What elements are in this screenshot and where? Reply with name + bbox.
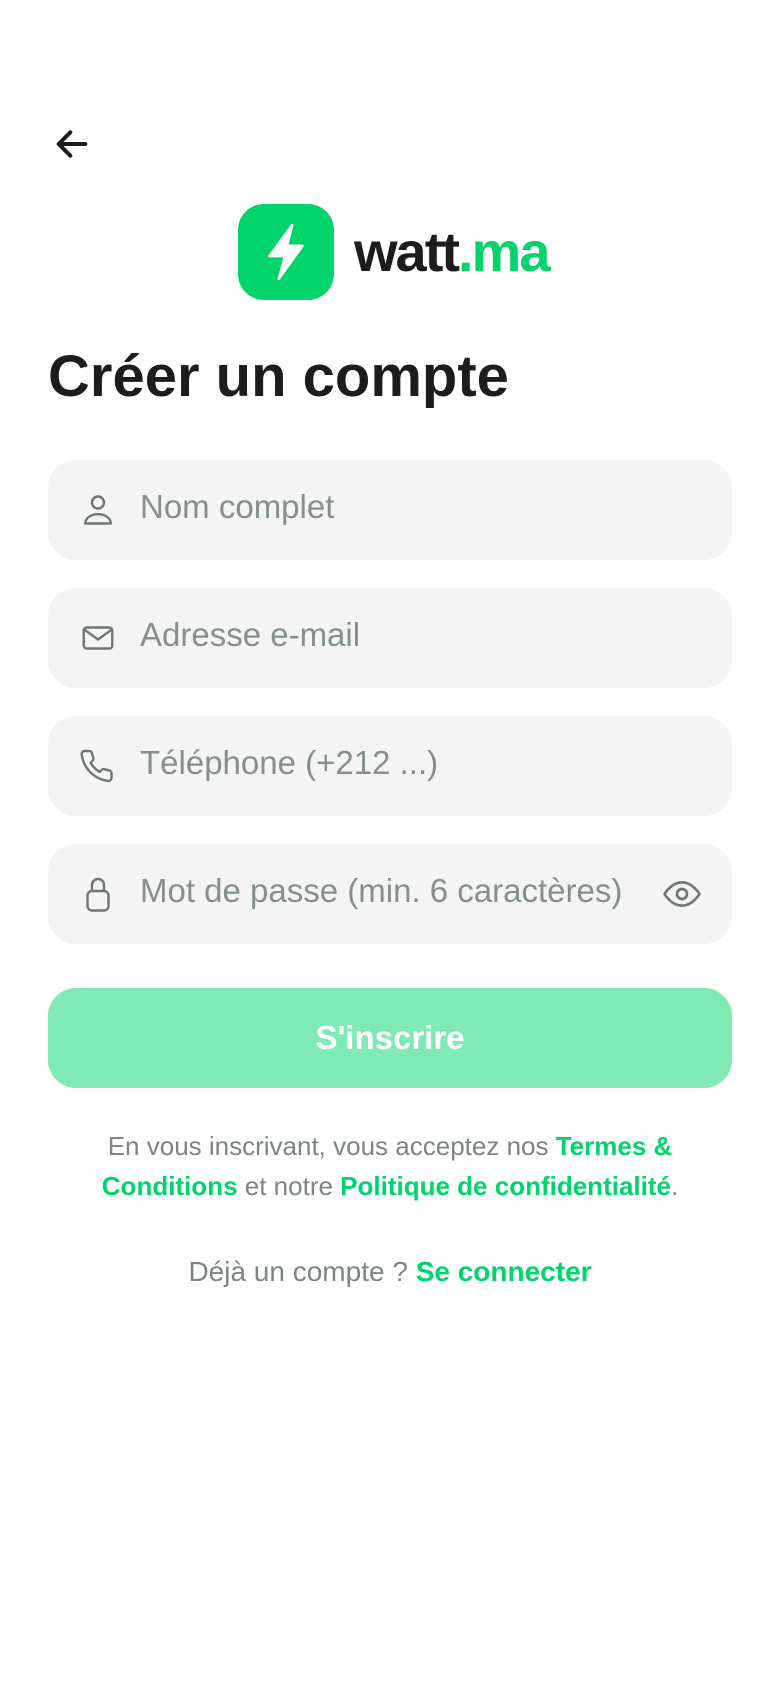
terms-middle: et notre: [237, 1171, 341, 1201]
eye-icon: [663, 881, 701, 907]
toggle-password-visibility-button[interactable]: [662, 874, 702, 914]
arrow-left-icon: [56, 130, 88, 158]
login-prompt: Déjà un compte ? Se connecter: [48, 1252, 732, 1292]
terms-prefix: En vous inscrivant, vous acceptez nos: [107, 1131, 556, 1161]
brand-name-main: watt: [354, 220, 460, 283]
back-button[interactable]: [48, 120, 96, 168]
page-title: Créer un compte: [48, 344, 509, 409]
terms-notice: En vous inscrivant, vous acceptez nos Te…: [48, 1126, 732, 1206]
terms-suffix: .: [670, 1171, 679, 1201]
email-input[interactable]: [140, 588, 700, 688]
brand-name: watt.ma: [354, 224, 550, 280]
password-input[interactable]: [140, 844, 640, 944]
phone-field[interactable]: [48, 716, 732, 816]
lightning-bolt-icon: [268, 223, 304, 281]
login-prompt-text: Déjà un compte ?: [188, 1256, 408, 1287]
login-link[interactable]: Se connecter: [416, 1256, 592, 1287]
user-icon: [80, 492, 116, 528]
signup-button[interactable]: S'inscrire: [48, 988, 732, 1088]
envelope-icon: [80, 620, 116, 656]
phone-input[interactable]: [140, 716, 700, 816]
password-field[interactable]: [48, 844, 732, 944]
full-name-input[interactable]: [140, 460, 700, 560]
full-name-field[interactable]: [48, 460, 732, 560]
brand: watt.ma: [238, 204, 550, 300]
privacy-link[interactable]: Politique de confidentialité: [340, 1171, 671, 1201]
brand-logo: [238, 204, 334, 300]
lock-icon: [80, 876, 116, 912]
brand-name-suffix: .ma: [458, 220, 550, 283]
phone-icon: [80, 748, 116, 784]
email-field[interactable]: [48, 588, 732, 688]
